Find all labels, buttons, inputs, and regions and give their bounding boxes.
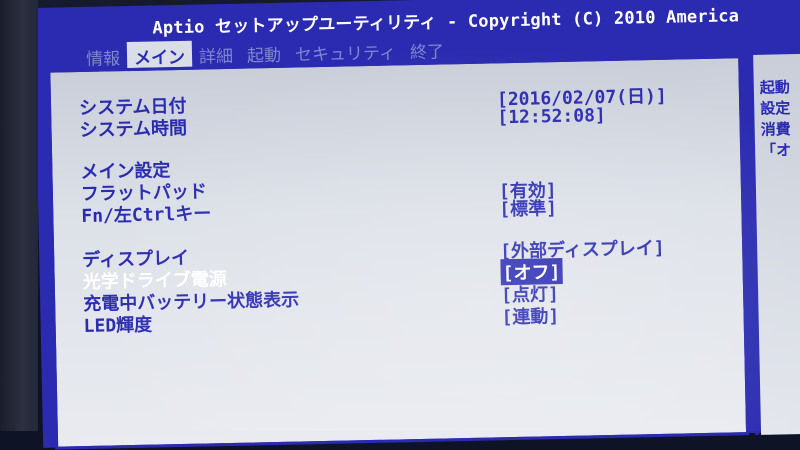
system-date-row[interactable]: システム日付 [2016/02/07(日)]	[51, 80, 741, 119]
system-time-value[interactable]: [12:52:08]	[497, 105, 606, 128]
tab-main[interactable]: メイン	[126, 40, 193, 69]
fn-ctrl-value[interactable]: [標準]	[499, 194, 557, 221]
display-row[interactable]: ディスプレイ [外部ディスプレイ]	[54, 232, 744, 271]
led-brightness-value[interactable]: [連動]	[501, 302, 559, 329]
main-settings-heading-row: メイン設定	[52, 144, 742, 183]
settings-panel: システム日付 [2016/02/07(日)] システム時間 [12:52:08]…	[47, 55, 750, 450]
fn-ctrl-label: Fn/左Ctrlキー	[81, 203, 212, 228]
led-brightness-label: LED輝度	[83, 314, 153, 338]
tab-boot[interactable]: 起動	[240, 39, 289, 67]
bios-title: Aptio セットアップユーティリティ - Copyright (C) 2010…	[152, 6, 740, 39]
tab-security[interactable]: セキュリティ	[288, 36, 404, 65]
help-line: 設定	[760, 99, 791, 118]
tab-info[interactable]: 情報	[79, 42, 128, 70]
monitor-bezel-left	[0, 0, 38, 431]
help-line: 消費	[760, 120, 791, 139]
tab-exit[interactable]: 終了	[403, 35, 452, 63]
help-panel: 起動 設定 消費 「オ	[753, 53, 800, 435]
bios-screen: Aptio セットアップユーティリティ - Copyright (C) 2010…	[34, 0, 800, 450]
help-line: 起動	[759, 78, 791, 97]
tab-advanced[interactable]: 詳細	[192, 40, 241, 68]
system-time-label: システム時間	[79, 117, 188, 142]
help-line: 「オ	[760, 141, 792, 160]
